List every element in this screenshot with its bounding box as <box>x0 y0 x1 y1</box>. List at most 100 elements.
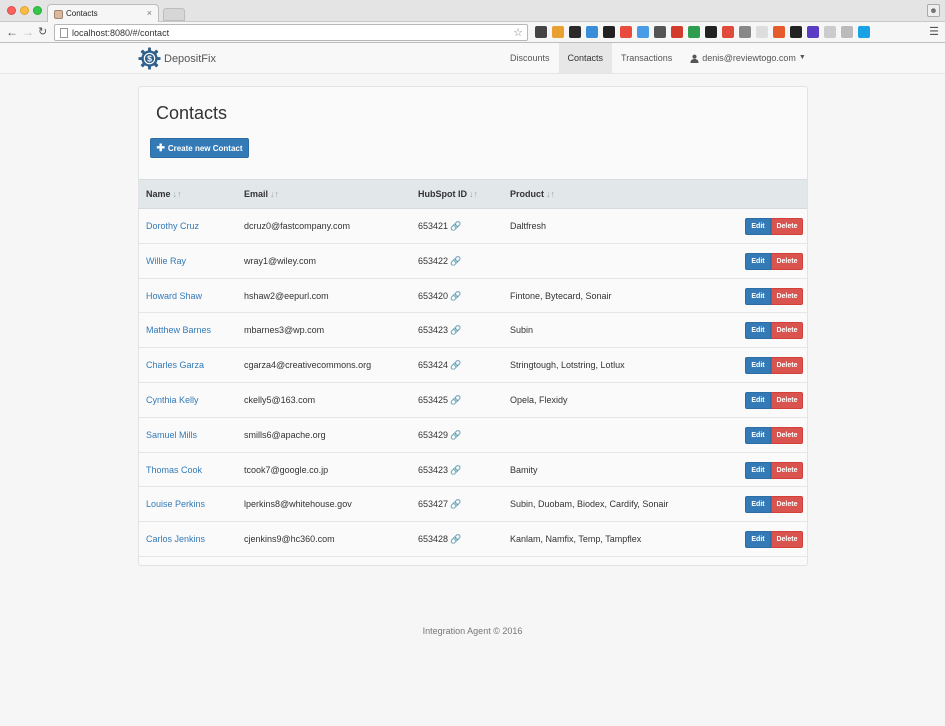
external-link-icon[interactable]: 🔗 <box>450 360 461 370</box>
delete-button[interactable]: Delete <box>771 391 803 409</box>
edit-button[interactable]: Edit <box>745 391 771 409</box>
menu-hamburger-icon[interactable]: ☰ <box>929 25 939 38</box>
address-bar[interactable]: localhost:8080/#/contact ☆ <box>54 24 528 41</box>
sort-icon: ↓↑ <box>270 189 280 199</box>
contact-name-link[interactable]: Carlos Jenkins <box>146 522 205 556</box>
edit-button[interactable]: Edit <box>745 252 771 270</box>
svg-text:$: $ <box>147 54 152 64</box>
extension-icon[interactable] <box>671 26 683 38</box>
forward-arrow-icon[interactable]: → <box>22 25 34 39</box>
brand[interactable]: $ DepositFix <box>138 47 216 70</box>
external-link-icon[interactable]: 🔗 <box>450 291 461 301</box>
contact-hubspot-id: 653425 🔗 <box>418 394 462 405</box>
extension-icon[interactable] <box>739 26 751 38</box>
edit-button[interactable]: Edit <box>745 322 771 340</box>
extension-icon[interactable] <box>535 26 547 38</box>
delete-button[interactable]: Delete <box>771 426 803 444</box>
row-actions: Edit Delete <box>745 531 803 549</box>
external-link-icon[interactable]: 🔗 <box>450 534 461 544</box>
extension-icon[interactable] <box>654 26 666 38</box>
delete-button[interactable]: Delete <box>771 252 803 270</box>
edit-button[interactable]: Edit <box>745 461 771 479</box>
tab-favicon-icon <box>54 10 63 19</box>
column-header-name[interactable]: Name ↓↑ <box>146 180 182 209</box>
nav-link-discounts[interactable]: Discounts <box>501 43 559 73</box>
back-arrow-icon[interactable]: ← <box>6 25 18 39</box>
delete-button[interactable]: Delete <box>771 322 803 340</box>
browser-toolbar: ← → ↻ localhost:8080/#/contact ☆ ☰ <box>0 22 945 43</box>
external-link-icon[interactable]: 🔗 <box>450 221 461 231</box>
contact-name-link[interactable]: Charles Garza <box>146 348 204 382</box>
plus-icon: ✚ <box>156 142 165 154</box>
extension-icon[interactable] <box>637 26 649 38</box>
browser-tab[interactable]: Contacts × <box>47 4 159 23</box>
address-url[interactable]: localhost:8080/#/contact <box>72 28 169 38</box>
tab-close-icon[interactable]: × <box>147 8 152 18</box>
user-menu-dropdown[interactable]: denis@reviewtogo.com ▼ <box>681 43 815 73</box>
delete-button[interactable]: Delete <box>771 287 803 305</box>
reload-icon[interactable]: ↻ <box>38 25 47 39</box>
delete-button[interactable]: Delete <box>771 496 803 514</box>
external-link-icon[interactable]: 🔗 <box>450 395 461 405</box>
contact-name-link[interactable]: Howard Shaw <box>146 279 202 313</box>
external-link-icon[interactable]: 🔗 <box>450 430 461 440</box>
sort-icon: ↓↑ <box>546 189 556 199</box>
delete-button[interactable]: Delete <box>771 461 803 479</box>
window-close-button[interactable] <box>7 6 16 15</box>
contact-name-link[interactable]: Louise Perkins <box>146 487 205 521</box>
create-contact-button[interactable]: ✚ Create new Contact <box>150 138 249 158</box>
contact-name-link[interactable]: Dorothy Cruz <box>146 209 199 243</box>
extension-icon[interactable] <box>722 26 734 38</box>
extension-icon[interactable] <box>705 26 717 38</box>
nav-link-contacts[interactable]: Contacts <box>558 43 613 73</box>
profile-icon[interactable]: ☻ <box>927 4 940 17</box>
external-link-icon[interactable]: 🔗 <box>450 499 461 509</box>
external-link-icon[interactable]: 🔗 <box>450 465 461 475</box>
extension-icon[interactable] <box>858 26 870 38</box>
column-header-product[interactable]: Product ↓↑ <box>510 180 555 209</box>
extension-icon[interactable] <box>603 26 615 38</box>
extension-icon[interactable] <box>756 26 768 38</box>
contact-name-link[interactable]: Cynthia Kelly <box>146 383 199 417</box>
contact-hubspot-id: 653420 🔗 <box>418 290 462 301</box>
contact-name-link[interactable]: Willie Ray <box>146 244 186 278</box>
tab-title: Contacts <box>66 9 98 18</box>
extension-icon[interactable] <box>790 26 802 38</box>
contact-product: Kanlam, Namfix, Temp, Tampflex <box>510 534 642 545</box>
edit-button[interactable]: Edit <box>745 287 771 305</box>
edit-button[interactable]: Edit <box>745 357 771 375</box>
extension-icon[interactable] <box>688 26 700 38</box>
extension-icon[interactable] <box>773 26 785 38</box>
external-link-icon[interactable]: 🔗 <box>450 256 461 266</box>
extension-icon[interactable] <box>841 26 853 38</box>
bookmark-star-icon[interactable]: ☆ <box>513 26 523 39</box>
row-actions: Edit Delete <box>745 391 803 409</box>
delete-button[interactable]: Delete <box>771 218 803 235</box>
nav-link-transactions[interactable]: Transactions <box>612 43 681 73</box>
window-minimize-button[interactable] <box>20 6 29 15</box>
contact-name-link[interactable]: Thomas Cook <box>146 453 202 487</box>
extension-icon[interactable] <box>807 26 819 38</box>
table-row: Samuel Mills smills6@apache.org 653429 🔗 Edi… <box>139 417 807 453</box>
contact-hubspot-id: 653427 🔗 <box>418 499 462 510</box>
contact-name-link[interactable]: Matthew Barnes <box>146 313 211 347</box>
extension-icon[interactable] <box>620 26 632 38</box>
contact-name-link[interactable]: Samuel Mills <box>146 418 197 452</box>
edit-button[interactable]: Edit <box>745 531 771 549</box>
contact-product: Subin, Duobam, Biodex, Cardify, Sonair <box>510 499 669 510</box>
edit-button[interactable]: Edit <box>745 496 771 514</box>
edit-button[interactable]: Edit <box>745 218 771 235</box>
delete-button[interactable]: Delete <box>771 357 803 375</box>
column-header-email[interactable]: Email ↓↑ <box>244 180 279 209</box>
extension-icon[interactable] <box>586 26 598 38</box>
edit-button[interactable]: Edit <box>745 426 771 444</box>
delete-button[interactable]: Delete <box>771 531 803 549</box>
extension-icon[interactable] <box>552 26 564 38</box>
window-maximize-button[interactable] <box>33 6 42 15</box>
new-tab-button[interactable] <box>163 8 185 21</box>
external-link-icon[interactable]: 🔗 <box>450 325 461 335</box>
column-header-hubspot-id[interactable]: HubSpot ID ↓↑ <box>418 180 478 209</box>
table-row: Howard Shaw hshaw2@eepurl.com 653420 🔗 Finto… <box>139 278 807 314</box>
extension-icon[interactable] <box>569 26 581 38</box>
extension-icon[interactable] <box>824 26 836 38</box>
